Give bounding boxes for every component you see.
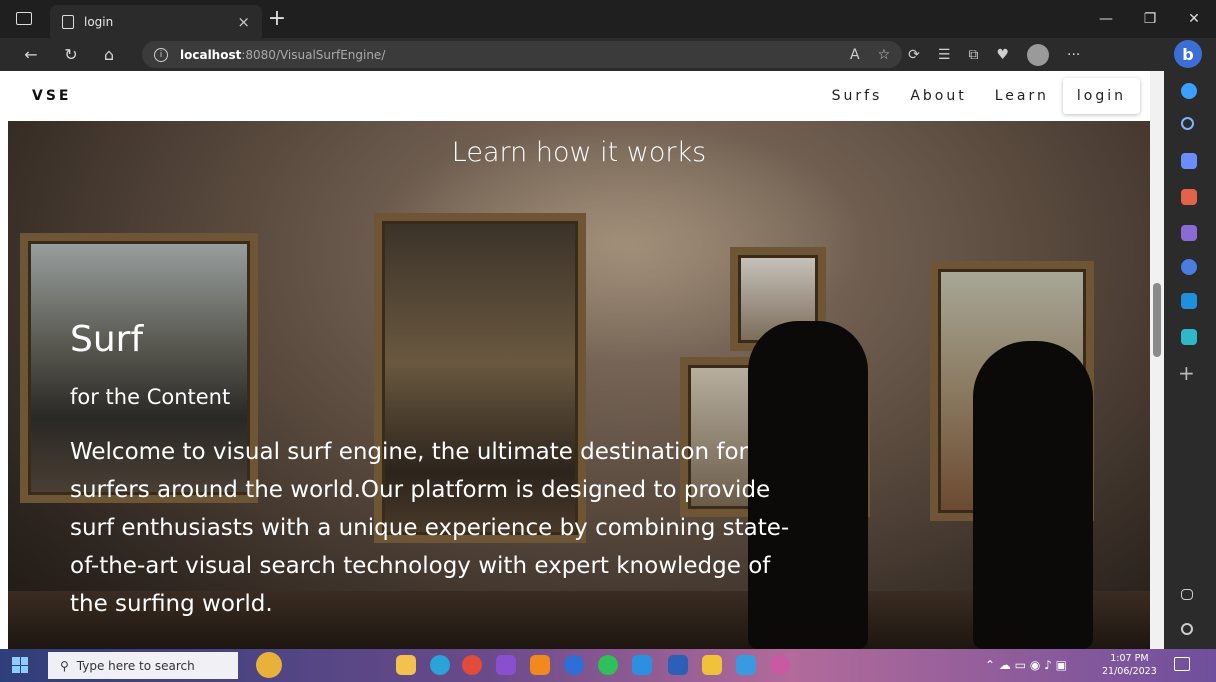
visitor-silhouette: [973, 341, 1093, 649]
word-icon[interactable]: [668, 655, 688, 675]
search-icon[interactable]: [1181, 117, 1194, 130]
url-path: :8080/VisualSurfEngine/: [241, 47, 386, 62]
app-icon[interactable]: [564, 655, 584, 675]
back-icon[interactable]: ←: [18, 42, 44, 68]
hero-title: Learn how it works: [451, 137, 707, 168]
drop-icon[interactable]: [1181, 329, 1197, 345]
app-icon[interactable]: [702, 655, 722, 675]
web-page: VSE Surfs About Learn login Learn how it…: [0, 71, 1164, 649]
office-icon[interactable]: [1181, 259, 1197, 275]
favorites-icon[interactable]: ☰: [938, 47, 951, 63]
clock-date: 21/06/2023: [1102, 666, 1157, 677]
tab-title: login: [84, 14, 114, 29]
add-icon[interactable]: +: [1178, 361, 1195, 385]
nav-link-surfs[interactable]: Surfs: [818, 88, 897, 104]
taskbar-search-placeholder: Type here to search: [76, 658, 195, 673]
start-button[interactable]: [12, 657, 28, 673]
chrome-icon[interactable]: [462, 655, 482, 675]
shopping-icon[interactable]: [1181, 153, 1197, 169]
login-button[interactable]: login: [1062, 78, 1140, 114]
window-menu-icon[interactable]: [16, 12, 32, 25]
outlook-icon[interactable]: [1181, 293, 1197, 309]
nav-link-learn[interactable]: Learn: [981, 88, 1063, 104]
whatsapp-icon[interactable]: [598, 655, 618, 675]
browser-tab-strip: login × + — ❐ ✕: [0, 0, 1216, 38]
edge-icon[interactable]: [430, 655, 450, 675]
collections-icon[interactable]: ⧉: [968, 47, 978, 63]
clock-time: 1:07 PM: [1110, 653, 1149, 664]
health-icon[interactable]: ♥: [996, 47, 1009, 63]
hero-subheading: for the Content: [70, 385, 231, 409]
site-info-icon[interactable]: i: [154, 47, 168, 62]
tab-close-button[interactable]: ×: [237, 13, 250, 31]
site-navbar: VSE Surfs About Learn login: [0, 71, 1150, 121]
weather-icon[interactable]: [256, 652, 282, 678]
system-tray[interactable]: ⌃ ☁ ▭ ◉ ♪ ▣: [985, 658, 1067, 672]
tab-login[interactable]: login ×: [50, 5, 262, 38]
scrollbar-thumb[interactable]: [1153, 283, 1161, 357]
edge-sidebar: +: [1164, 71, 1216, 649]
address-bar[interactable]: i localhost :8080/VisualSurfEngine/: [142, 41, 902, 68]
visual-studio-icon[interactable]: [496, 655, 516, 675]
window-controls: — ❐ ✕: [1084, 0, 1216, 38]
toolbar-icons: A ☆ ⟳ ☰ ⧉ ♥ ···: [850, 38, 1080, 71]
page-scrollbar[interactable]: [1150, 71, 1164, 649]
sidebar-toggle-icon[interactable]: [1181, 589, 1193, 600]
favorite-star-icon[interactable]: ☆: [878, 47, 891, 63]
site-brand[interactable]: VSE: [32, 88, 71, 104]
nav-link-about[interactable]: About: [896, 88, 980, 104]
read-aloud-icon[interactable]: A: [850, 47, 860, 63]
close-window-icon[interactable]: ✕: [1172, 0, 1216, 38]
notification-center-icon[interactable]: [1174, 657, 1190, 671]
file-explorer-icon[interactable]: [396, 655, 416, 675]
more-icon[interactable]: ···: [1067, 47, 1080, 63]
home-icon[interactable]: ⌂: [96, 42, 122, 68]
search-icon: ⚲: [60, 658, 69, 673]
photos-icon[interactable]: [736, 655, 756, 675]
vlc-icon[interactable]: [530, 655, 550, 675]
bing-chat-icon[interactable]: b: [1174, 40, 1202, 68]
hero-heading: Surf: [70, 319, 144, 360]
browser-toolbar: ← ↻ ⌂ i localhost :8080/VisualSurfEngine…: [0, 38, 1216, 71]
windows-taskbar: ⚲ Type here to search ⌃ ☁ ▭ ◉ ♪ ▣ 1:07 P…: [0, 649, 1216, 682]
url-host: localhost: [180, 47, 242, 62]
games-icon[interactable]: [1181, 225, 1197, 241]
hero-section: Learn how it works Surf for the Content …: [8, 121, 1150, 649]
minimize-icon[interactable]: —: [1084, 0, 1128, 38]
site-nav-links: Surfs About Learn login: [818, 78, 1140, 114]
settings-gear-icon[interactable]: [1181, 623, 1193, 635]
page-icon: [62, 14, 74, 29]
notification-icon[interactable]: [1181, 83, 1197, 99]
hero-description: Welcome to visual surf engine, the ultim…: [70, 439, 790, 617]
app-icon[interactable]: [770, 655, 790, 675]
taskbar-search[interactable]: ⚲ Type here to search: [48, 652, 238, 679]
taskbar-clock[interactable]: 1:07 PM 21/06/2023: [1102, 652, 1157, 678]
tools-icon[interactable]: [1181, 189, 1197, 205]
profile-avatar[interactable]: [1027, 43, 1049, 66]
restore-icon[interactable]: ❐: [1128, 0, 1172, 38]
extensions-icon[interactable]: ⟳: [908, 47, 920, 63]
vscode-icon[interactable]: [632, 655, 652, 675]
refresh-icon[interactable]: ↻: [58, 42, 84, 68]
new-tab-button[interactable]: +: [264, 6, 290, 32]
